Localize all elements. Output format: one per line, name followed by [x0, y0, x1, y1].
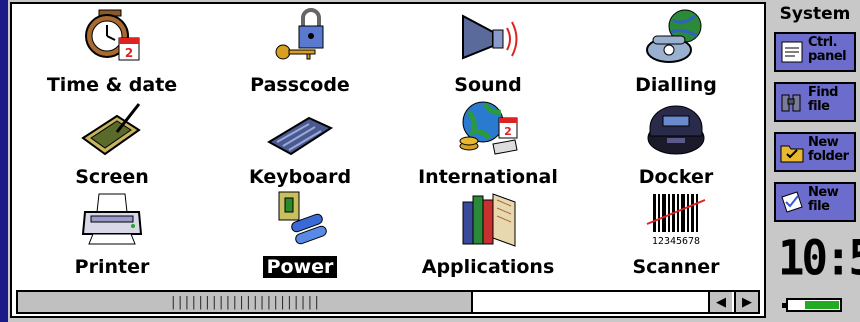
app-label: Applications — [421, 256, 555, 278]
app-applications[interactable]: Applications — [394, 186, 582, 278]
folder-icon — [780, 145, 804, 163]
app-time-date[interactable]: 2 Time & date — [18, 4, 206, 96]
app-printer[interactable]: Printer — [18, 186, 206, 278]
svg-text:2: 2 — [125, 46, 133, 60]
button-label-line2: file — [808, 199, 830, 214]
icon-grid: 2 Time & date Passcode Sound Dialling Sc… — [12, 4, 764, 286]
docking-cradle-icon — [647, 105, 705, 155]
app-label: Scanner — [632, 256, 720, 278]
scrollbar-thumb[interactable]: |||||||||||||||||||||| — [18, 292, 473, 312]
button-label-line1: New — [808, 185, 839, 200]
app-label: Screen — [75, 166, 149, 188]
app-screen[interactable]: Screen — [18, 96, 206, 188]
app-sound[interactable]: Sound — [394, 4, 582, 96]
sidebar: System Ctrl.panel Findfile Newfolder — [770, 0, 860, 322]
new-folder-button[interactable]: New folder — [774, 132, 856, 172]
app-scanner[interactable]: 12345678 Scanner — [582, 186, 770, 278]
battery-power-icon — [278, 191, 327, 245]
app-power[interactable]: Power — [206, 186, 394, 278]
app-international[interactable]: 2 International — [394, 96, 582, 188]
screen-frame: 2 Time & date Passcode Sound Dialling Sc… — [0, 0, 860, 322]
sidebar-title: System — [779, 4, 851, 24]
arrow-right-icon: ▶ — [742, 294, 752, 310]
app-docker[interactable]: Docker — [582, 96, 770, 188]
scrollbar-grip: |||||||||||||||||||||| — [169, 294, 320, 310]
app-passcode[interactable]: Passcode — [206, 4, 394, 96]
key-padlock-icon — [275, 8, 324, 60]
clock-calendar-icon: 2 — [85, 9, 140, 61]
scroll-left-button[interactable]: ◀ — [708, 292, 732, 312]
app-label: Sound — [454, 74, 522, 96]
app-label: Time & date — [46, 74, 178, 96]
control-panel-window: 2 Time & date Passcode Sound Dialling Sc… — [10, 2, 766, 318]
battery-level-fill — [804, 301, 839, 309]
button-label-line1: New — [808, 135, 839, 150]
left-edge-bar — [0, 0, 8, 322]
app-dialling[interactable]: Dialling — [582, 4, 770, 96]
app-label: Printer — [74, 256, 150, 278]
books-icon — [462, 193, 516, 247]
app-label: Power — [206, 256, 394, 278]
app-label: International — [418, 166, 558, 188]
ctrl-panel-button[interactable]: Ctrl. panel — [774, 32, 856, 72]
button-label-line2: panel — [808, 49, 847, 64]
globe-coins-icon: 2 — [459, 101, 518, 155]
binoculars-icon — [781, 94, 801, 112]
app-label: Docker — [638, 166, 714, 188]
barcode-icon: 12345678 — [646, 194, 706, 247]
button-label-line2: folder — [808, 149, 849, 164]
button-label-line1: Ctrl. — [808, 35, 838, 50]
printer-icon — [81, 193, 143, 245]
battery-indicator — [782, 298, 842, 312]
horizontal-scrollbar[interactable]: |||||||||||||||||||||| ◀ ▶ — [16, 290, 760, 314]
telephone-globe-icon — [646, 9, 702, 63]
svg-text:2: 2 — [504, 125, 512, 138]
app-keyboard[interactable]: Keyboard — [206, 96, 394, 188]
app-label: Dialling — [635, 74, 717, 96]
button-label-line2: file — [808, 99, 830, 114]
new-file-button[interactable]: New file — [774, 182, 856, 222]
barcode-number: 12345678 — [652, 236, 700, 247]
arrow-left-icon: ◀ — [716, 294, 726, 310]
app-label: Passcode — [250, 74, 350, 96]
button-label-line1: Find — [808, 85, 838, 100]
find-file-button[interactable]: Find file — [774, 82, 856, 122]
new-file-icon — [781, 191, 803, 213]
keyboard-icon — [266, 116, 334, 156]
scroll-right-button[interactable]: ▶ — [734, 292, 758, 312]
control-panel-icon — [781, 41, 803, 63]
loudspeaker-icon — [462, 14, 518, 60]
app-label: Keyboard — [248, 166, 352, 188]
screen-pen-icon — [81, 103, 141, 156]
clock-display: 10:50 — [778, 230, 860, 287]
battery-terminal — [782, 303, 786, 308]
